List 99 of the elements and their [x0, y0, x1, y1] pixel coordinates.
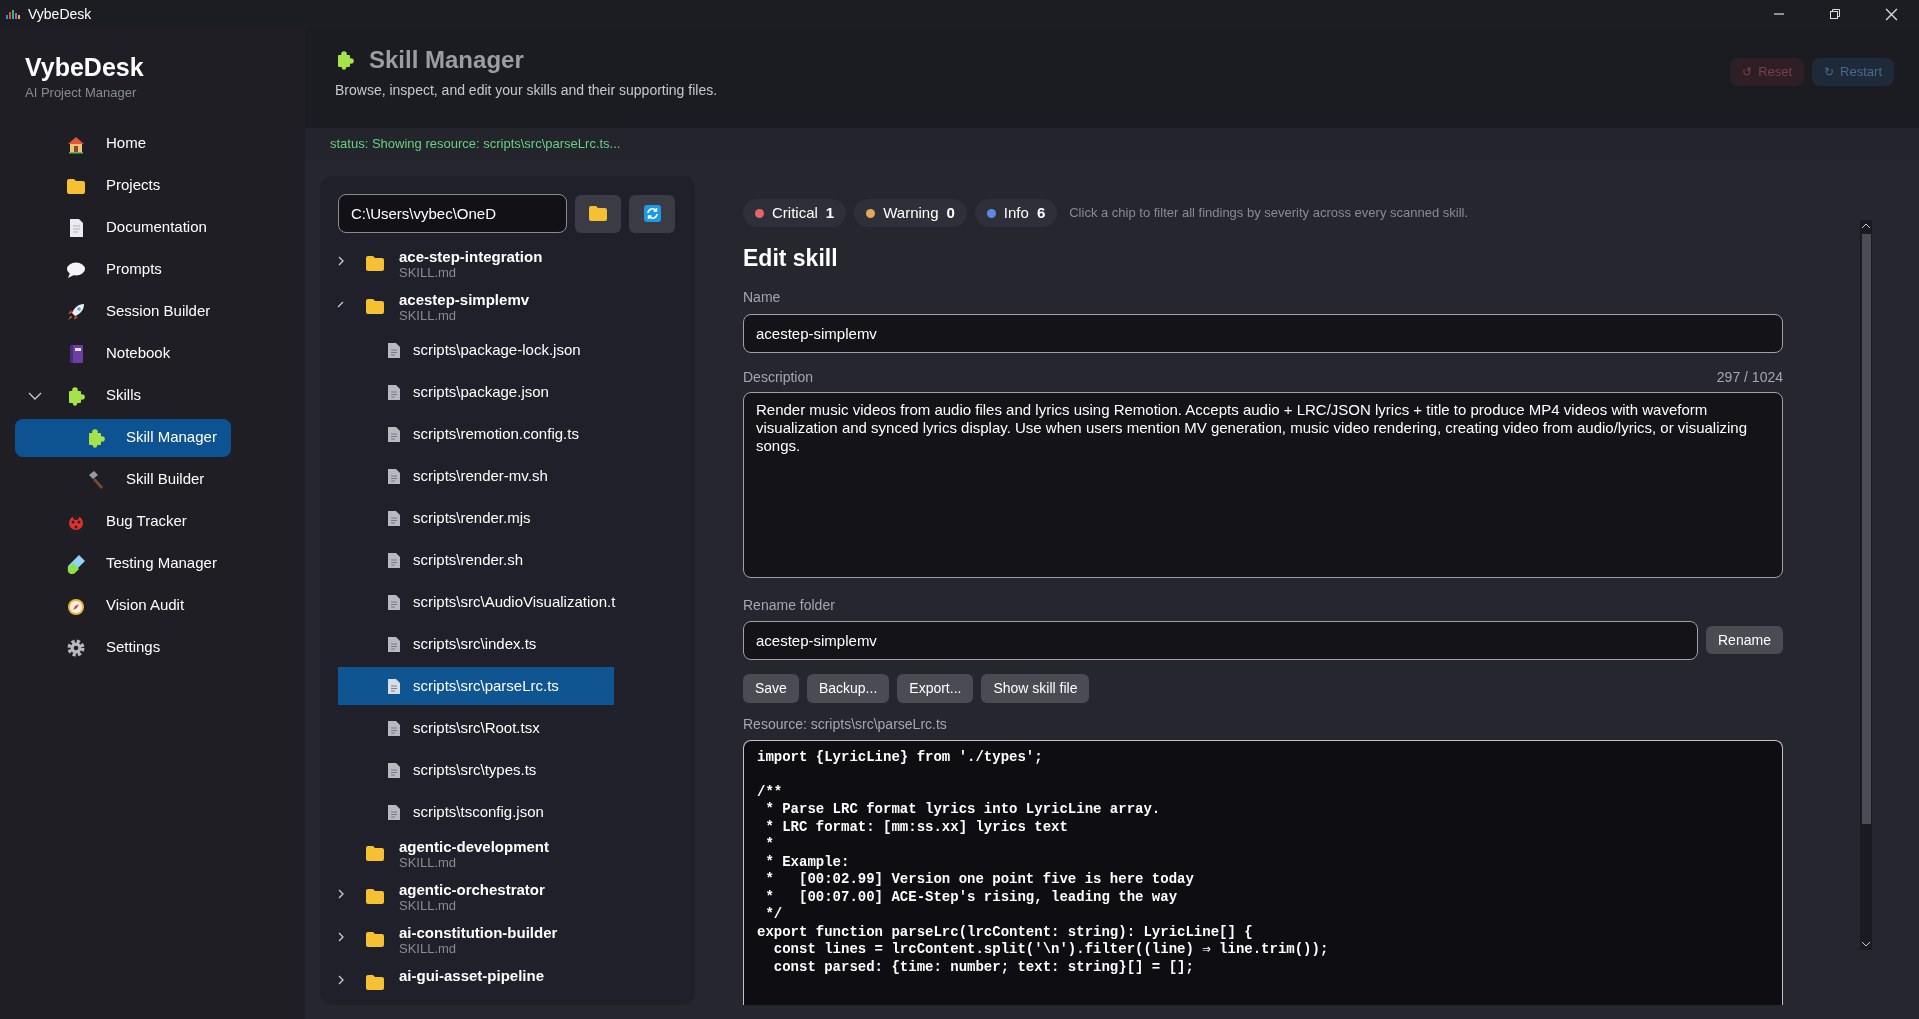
rename-button[interactable]: Rename: [1706, 626, 1783, 654]
description-field[interactable]: Render music videos from audio files and lyrics using Remotion. Accepts audio + LRC/JSON lyrics + title to produce MP4 videos with waveform visualization and synced lyrics display. Use when users mention MV generation, music video rendering, creating video from audio/lyrics, or visualizing songs.: [743, 391, 1783, 578]
browse-folder-button[interactable]: [575, 194, 621, 233]
name-field[interactable]: acestep-simplemv: [743, 313, 1783, 353]
nav-item[interactable]: Home: [66, 124, 146, 163]
nav-item[interactable]: Documentation: [66, 208, 207, 247]
folder-icon: [365, 843, 385, 863]
file-row[interactable]: scripts\src\parseLrc.ts: [338, 667, 614, 705]
file-icon: [388, 552, 400, 568]
file-row[interactable]: scripts\package.json: [338, 373, 614, 411]
nav-item[interactable]: Testing Manager: [66, 544, 217, 583]
folder-icon: [365, 253, 385, 273]
nav-item[interactable]: Skill Builder: [15, 460, 219, 499]
character-count: 297 / 1024: [1716, 367, 1783, 387]
path-field[interactable]: C:\Users\vybec\OneD: [338, 194, 567, 233]
skill-file-name: SKILL.md: [399, 265, 458, 280]
refresh-button[interactable]: [629, 194, 675, 233]
file-icon: [388, 720, 400, 736]
skill-file-name: SKILL.md: [399, 941, 458, 956]
action-button[interactable]: Show skill file: [981, 673, 1090, 703]
nav-item[interactable]: Projects: [66, 166, 161, 205]
file-icon: [388, 342, 400, 358]
puzzle-icon: [66, 385, 86, 406]
file-icon: [388, 594, 400, 610]
nav-item[interactable]: Notebook: [66, 334, 171, 373]
file-row[interactable]: scripts\render.mjs: [338, 499, 614, 537]
nav-item[interactable]: Skills: [66, 376, 141, 415]
file-icon: [388, 678, 400, 694]
page-subtitle: Browse, inspect, and edit your skills and their supporting files.: [335, 81, 718, 100]
window-title: VybeDesk: [28, 4, 92, 24]
file-row[interactable]: scripts\src\types.ts: [338, 751, 614, 789]
nav-item[interactable]: Vision Audit: [66, 586, 185, 625]
file-row[interactable]: scripts\src\AudioVisualization.t: [338, 583, 614, 621]
file-icon: [388, 468, 400, 484]
skill-file-name: SKILL.md: [399, 898, 458, 913]
file-icon: [388, 762, 400, 778]
hint-text: Click a chip to filter all findings by severity across every scanned skill.: [1069, 204, 1469, 223]
file-icon: [388, 426, 400, 442]
app-subtitle: AI Project Manager: [25, 84, 138, 102]
code-editor[interactable]: [743, 739, 1783, 1005]
app-brand: VybeDesk: [25, 52, 145, 83]
folder-icon: [365, 296, 385, 316]
file-row[interactable]: scripts\tsconfig.json: [338, 793, 614, 831]
puzzle-icon: [335, 50, 355, 70]
folder-icon: [365, 886, 385, 906]
refresh-icon: [643, 205, 661, 222]
puzzle-icon: [86, 427, 106, 448]
skill-folder-name[interactable]: agentic-development: [399, 838, 550, 855]
severity-chip[interactable]: Warning 0: [854, 199, 967, 227]
section-heading: Edit skill: [743, 244, 839, 273]
folder-icon: [365, 929, 385, 949]
folder-name-field[interactable]: acestep-simplemv: [743, 620, 1698, 660]
close-icon: [1884, 7, 1898, 21]
skill-file-name: SKILL.md: [399, 855, 458, 870]
file-icon: [388, 636, 400, 652]
file-row[interactable]: scripts\package-lock.json: [338, 331, 614, 369]
file-icon: [388, 804, 400, 820]
folder-icon: [365, 972, 385, 992]
test-tube-icon: [66, 553, 86, 574]
status-message: status: Showing resource: scripts\src\parseLrc.ts...: [329, 135, 621, 154]
file-row[interactable]: scripts\src\index.ts: [338, 625, 614, 663]
settings-icon: [66, 637, 86, 658]
skill-folder-name[interactable]: acestep-simplemv: [399, 291, 530, 308]
resource-label: Resource: scripts\src\parseLrc.ts: [743, 714, 948, 734]
restore-icon: [1829, 8, 1841, 20]
action-button[interactable]: Save: [743, 673, 799, 703]
skill-folder-name[interactable]: ai-constitution-builder: [399, 924, 558, 941]
skill-folder-name[interactable]: ace-step-integration: [399, 248, 543, 265]
folder-icon: [589, 206, 607, 221]
scroll-down-icon[interactable]: [1861, 940, 1871, 948]
action-button[interactable]: Export...: [897, 673, 974, 703]
nav-item[interactable]: Skill Manager: [15, 418, 231, 457]
file-icon: [388, 510, 400, 526]
severity-chip[interactable]: Info 6: [974, 199, 1058, 227]
file-icon: [388, 384, 400, 400]
field-label: Name: [743, 287, 782, 307]
page-title: Skill Manager: [369, 45, 524, 75]
file-row[interactable]: scripts\render.sh: [338, 541, 614, 579]
refresh-icon: ↺: [1742, 63, 1753, 81]
code-text: import {LyricLine} from './types'; /** * Parse LRC format lyrics into LyricLine array. * LRC format: [mm:ss.xx] lyrics text * * Example: * [00:02.99] Version one point five is here today * [00:07.00] ACE-Step's rising, leading the way */ export function parseLrc(lrcContent: string): LyricLine[] { const lines = lrcContent.split('\n').filter((line) ⇒ line.trim()); const parsed: {time: number; text: string}[] = [];: [756, 747, 1330, 976]
file-row[interactable]: scripts\render-mv.sh: [338, 457, 614, 495]
rocket-icon: [66, 301, 86, 322]
scroll-up-icon[interactable]: [1861, 222, 1871, 230]
field-label: Description: [743, 367, 814, 387]
file-row[interactable]: scripts\remotion.config.ts: [338, 415, 614, 453]
refresh-icon: ↻: [1824, 63, 1835, 81]
field-label: Rename folder: [743, 595, 836, 615]
scrollbar[interactable]: [1860, 220, 1872, 950]
nav-item[interactable]: Prompts: [66, 250, 162, 289]
app-logo-icon: [6, 9, 22, 19]
nav-item[interactable]: Bug Tracker: [66, 502, 187, 541]
nav-item[interactable]: Settings: [66, 628, 161, 667]
file-row[interactable]: scripts\src\Root.tsx: [338, 709, 614, 747]
skill-folder-name[interactable]: ai-gui-asset-pipeline: [399, 967, 545, 984]
skill-file-name: SKILL.md: [399, 308, 458, 323]
severity-chip[interactable]: Critical 1: [743, 199, 847, 227]
skill-folder-name[interactable]: agentic-orchestrator: [399, 881, 545, 898]
nav-item[interactable]: Session Builder: [66, 292, 211, 331]
action-button[interactable]: Backup...: [806, 673, 890, 703]
